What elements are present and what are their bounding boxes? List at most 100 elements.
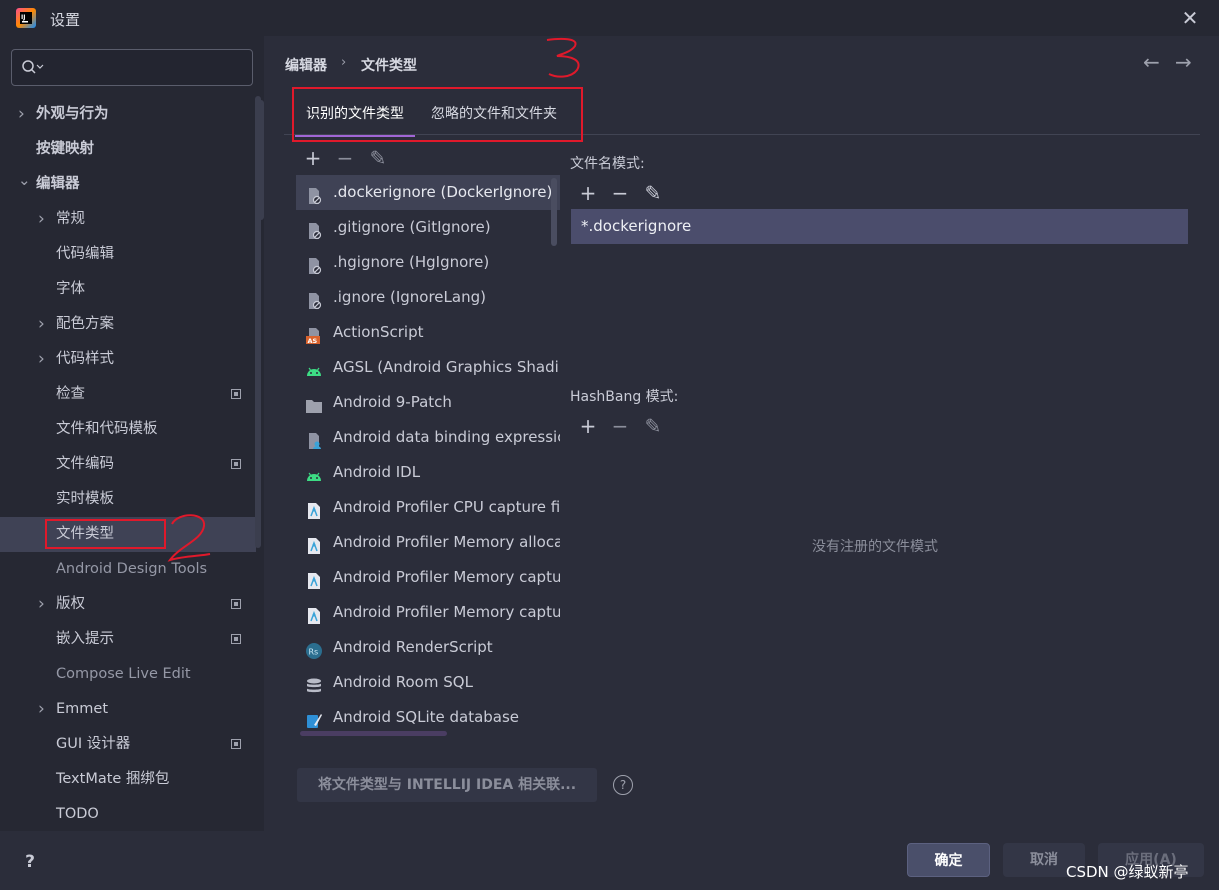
add-pattern-button[interactable]: + xyxy=(577,182,599,204)
file-type-item[interactable]: .hgignore (HgIgnore) xyxy=(296,245,560,280)
android-icon xyxy=(305,463,323,481)
file-types-list: .dockerignore (DockerIgnore) .gitignore (… xyxy=(296,175,560,735)
file-type-label: Android 9-Patch xyxy=(333,393,452,411)
chevron-right-icon[interactable]: › xyxy=(38,587,45,622)
breadcrumb-parent[interactable]: 编辑器 xyxy=(285,55,327,75)
file-type-item[interactable]: .dockerignore (DockerIgnore) xyxy=(296,175,560,210)
sidebar-item[interactable]: Android Design Tools xyxy=(0,552,256,587)
file-type-item[interactable]: .ignore (IgnoreLang) xyxy=(296,280,560,315)
add-file-type-button[interactable]: + xyxy=(302,147,324,169)
main-scrollbar[interactable] xyxy=(256,100,264,220)
sidebar-item[interactable]: 文件和代码模板 xyxy=(0,412,256,447)
ignore-file-icon xyxy=(305,218,323,240)
sidebar-item[interactable]: 嵌入提示 xyxy=(0,622,256,657)
sidebar-item-label: 文件和代码模板 xyxy=(56,421,158,437)
sidebar-item-label: 嵌入提示 xyxy=(56,631,114,647)
search-icon xyxy=(22,60,44,74)
sidebar-item[interactable]: 文件编码 xyxy=(0,447,256,482)
file-type-item[interactable]: .gitignore (GitIgnore) xyxy=(296,210,560,245)
search-input[interactable] xyxy=(11,49,253,86)
file-type-item[interactable]: Android SQLite database xyxy=(296,700,560,735)
file-type-item[interactable]: AS ActionScript xyxy=(296,315,560,350)
sidebar-item[interactable]: › 配色方案 xyxy=(0,307,256,342)
sidebar-item[interactable]: ⌄ 编辑器 xyxy=(0,167,256,202)
remove-file-type-button[interactable]: − xyxy=(334,147,356,169)
close-icon[interactable]: ✕ xyxy=(1178,6,1202,30)
file-type-label: Android Profiler Memory captu xyxy=(333,603,560,621)
list-scrollbar[interactable] xyxy=(551,178,557,246)
help-icon[interactable]: ? xyxy=(613,775,633,795)
file-type-item[interactable]: Android Profiler Memory alloca xyxy=(296,525,560,560)
file-type-item[interactable]: Android Profiler Memory captu xyxy=(296,595,560,630)
remove-hashbang-button[interactable]: − xyxy=(609,415,631,437)
filename-patterns-label: 文件名模式: xyxy=(570,156,645,172)
forward-arrow-icon[interactable]: → xyxy=(1175,50,1192,74)
chevron-right-icon[interactable]: › xyxy=(18,97,25,132)
sidebar-item-label: TODO xyxy=(56,806,99,822)
database-icon xyxy=(305,673,323,693)
title-bar xyxy=(0,0,1219,36)
file-type-item[interactable]: Android 9-Patch xyxy=(296,385,560,420)
file-type-item[interactable]: Android data binding expressic xyxy=(296,420,560,455)
sidebar-item[interactable]: Compose Live Edit xyxy=(0,657,256,692)
sidebar-item[interactable]: 字体 xyxy=(0,272,256,307)
file-type-label: Android Room SQL xyxy=(333,673,473,691)
sidebar-item-label: 字体 xyxy=(56,281,85,297)
sidebar-item-label: 检查 xyxy=(56,386,85,402)
edit-file-type-button[interactable]: ✎ xyxy=(367,147,389,169)
pattern-item[interactable]: *.dockerignore xyxy=(571,209,1188,244)
remove-pattern-button[interactable]: − xyxy=(609,182,631,204)
sidebar-item[interactable]: 实时模板 xyxy=(0,482,256,517)
sidebar-item[interactable]: › 常规 xyxy=(0,202,256,237)
sidebar-item-label: Compose Live Edit xyxy=(56,666,191,682)
sidebar-item[interactable]: 检查 xyxy=(0,377,256,412)
file-type-item[interactable]: AGSL (Android Graphics Shadin xyxy=(296,350,560,385)
back-arrow-icon[interactable]: ← xyxy=(1143,50,1160,74)
annotation-box xyxy=(45,519,166,549)
sidebar-item-label: 按键映射 xyxy=(36,141,94,157)
sidebar-item[interactable]: › 代码样式 xyxy=(0,342,256,377)
profiler-file-icon xyxy=(305,603,323,624)
file-type-label: .dockerignore (DockerIgnore) xyxy=(333,183,553,201)
sidebar-item[interactable]: › 版权 xyxy=(0,587,256,622)
chevron-right-icon[interactable]: › xyxy=(38,307,45,342)
project-scope-icon xyxy=(231,389,241,399)
sidebar-item[interactable]: TODO xyxy=(0,797,256,832)
chevron-down-icon[interactable]: ⌄ xyxy=(18,163,31,198)
sidebar-item[interactable]: 按键映射 xyxy=(0,132,256,167)
file-type-label: Android SQLite database xyxy=(333,708,520,726)
file-type-item[interactable]: Android IDL xyxy=(296,455,560,490)
sidebar-item[interactable]: GUI 设计器 xyxy=(0,727,256,762)
watermark: CSDN @绿蚁新亭 xyxy=(1066,863,1189,881)
profiler-file-icon xyxy=(305,533,323,554)
sidebar-item[interactable]: TextMate 捆绑包 xyxy=(0,762,256,797)
add-hashbang-button[interactable]: + xyxy=(577,415,599,437)
associate-file-types-button[interactable]: 将文件类型与 INTELLIJ IDEA 相关联... xyxy=(297,768,597,802)
edit-pattern-button[interactable]: ✎ xyxy=(642,182,664,204)
sidebar-item[interactable]: › 外观与行为 xyxy=(0,97,256,132)
chevron-right-icon[interactable]: › xyxy=(38,692,45,727)
databinding-icon xyxy=(305,428,323,449)
file-type-item[interactable]: Android Room SQL xyxy=(296,665,560,700)
sidebar-item-label: Emmet xyxy=(56,701,109,717)
renderscript-icon: Rs xyxy=(305,638,323,659)
file-type-label: Android IDL xyxy=(333,463,421,481)
sidebar-item-label: 外观与行为 xyxy=(36,106,109,122)
sidebar-item-label: GUI 设计器 xyxy=(56,736,131,752)
sidebar-item[interactable]: 代码编辑 xyxy=(0,237,256,272)
file-type-label: Android Profiler Memory alloca xyxy=(333,533,560,551)
help-button[interactable]: ? xyxy=(17,850,43,874)
sidebar-item[interactable]: › Emmet xyxy=(0,692,256,727)
chevron-right-icon[interactable]: › xyxy=(38,202,45,237)
annotation-number-3 xyxy=(546,37,580,78)
file-type-label: .gitignore (GitIgnore) xyxy=(333,218,491,236)
sidebar-item-label: 版权 xyxy=(56,596,85,612)
chevron-right-icon[interactable]: › xyxy=(38,342,45,377)
list-horizontal-scrollbar[interactable] xyxy=(300,731,447,736)
actionscript-icon: AS xyxy=(305,323,323,345)
file-type-item[interactable]: Rs Android RenderScript xyxy=(296,630,560,665)
file-type-item[interactable]: Android Profiler CPU capture fil xyxy=(296,490,560,525)
edit-hashbang-button[interactable]: ✎ xyxy=(642,415,664,437)
file-type-item[interactable]: Android Profiler Memory captu xyxy=(296,560,560,595)
ok-button[interactable]: 确定 xyxy=(907,843,990,877)
